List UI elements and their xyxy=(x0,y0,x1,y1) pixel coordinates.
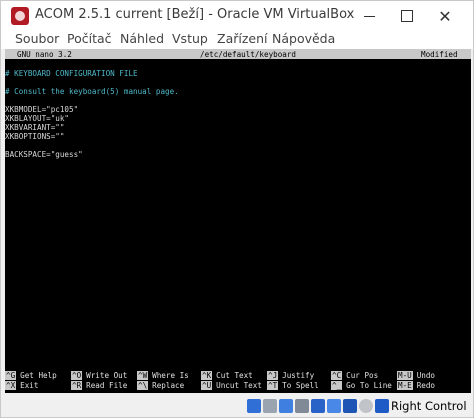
menu-nahled[interactable]: Náhled xyxy=(120,31,164,46)
optical-drive-icon[interactable] xyxy=(263,399,277,413)
shortcut-key: ^T xyxy=(267,381,279,390)
display-icon[interactable] xyxy=(343,399,357,413)
shortcut-key: ^O xyxy=(71,371,83,380)
network-icon[interactable] xyxy=(295,399,309,413)
shortcut-row-1: ^G Get Help ^O Write Out ^W Where Is ^K Cut … xyxy=(5,371,471,380)
video-capture-icon[interactable] xyxy=(359,399,373,413)
menu-napoveda[interactable]: Nápověda xyxy=(272,31,335,46)
menu-bar: Soubor Počítač Náhled Vstup Zařízení Náp… xyxy=(1,31,473,49)
editor-line: XKBVARIANT="" xyxy=(5,123,65,132)
menu-zarizeni[interactable]: Zařízení xyxy=(217,31,267,46)
nano-version: GNU nano 3.2 xyxy=(17,50,72,59)
shortcut-write-out: ^O Write Out xyxy=(71,371,127,380)
maximize-icon xyxy=(401,10,413,22)
shortcut-label: Where Is xyxy=(152,371,189,380)
shortcut-label: Redo xyxy=(416,381,436,390)
menu-pocitac[interactable]: Počítač xyxy=(67,31,112,46)
shortcut-exit: ^X Exit xyxy=(5,381,38,390)
shortcut-cur-pos: ^C Cur Pos xyxy=(331,371,378,380)
shortcut-to-spell: ^T To Spell xyxy=(267,381,319,390)
minimize-icon xyxy=(363,15,375,17)
nano-filename: /etc/default/keyboard xyxy=(200,50,297,59)
shortcut-label: Go To Line xyxy=(346,381,392,390)
title-bar[interactable]: ACOM 2.5.1 current [Beží] - Oracle VM Vi… xyxy=(1,1,473,31)
shortcut-label: Uncut Text xyxy=(216,381,262,390)
shortcut-key: ^J xyxy=(267,371,279,380)
shortcut-label: Cur Pos xyxy=(346,371,379,380)
shortcut-key: ^W xyxy=(137,371,149,380)
shortcut-label: Write Out xyxy=(86,371,128,380)
menu-vstup[interactable]: Vstup xyxy=(172,31,208,46)
vm-display[interactable]: GNU nano 3.2 /etc/default/keyboard Modif… xyxy=(5,49,471,393)
close-button[interactable]: ✕ xyxy=(427,1,463,31)
shared-folders-icon[interactable] xyxy=(327,399,341,413)
window-title: ACOM 2.5.1 current [Beží] - Oracle VM Vi… xyxy=(35,7,355,22)
shortcut-cut-text: ^K Cut Text xyxy=(201,371,253,380)
shortcut-label: Read File xyxy=(86,381,128,390)
minimize-button[interactable] xyxy=(351,1,387,31)
shortcut-undo: M-U Undo xyxy=(397,371,435,380)
shortcut-label: Get Help xyxy=(20,371,57,380)
editor-line: # Consult the keyboard(5) manual page. xyxy=(5,87,179,96)
maximize-button[interactable] xyxy=(389,1,425,31)
usb-icon[interactable] xyxy=(311,399,325,413)
shortcut-redo: M-E Redo xyxy=(397,381,435,390)
shortcut-label: Undo xyxy=(416,371,436,380)
shortcut-key: ^_ xyxy=(331,381,343,390)
shortcut-label: Exit xyxy=(20,381,39,390)
editor-line: # KEYBOARD CONFIGURATION FILE xyxy=(5,69,138,78)
shortcut-label: Replace xyxy=(152,381,185,390)
shortcut-where-is: ^W Where Is xyxy=(137,371,189,380)
close-icon: ✕ xyxy=(438,6,452,26)
shortcut-uncut-text: ^U Uncut Text xyxy=(201,381,262,390)
shortcut-key: M-E xyxy=(397,381,413,390)
shortcut-replace: ^\ Replace xyxy=(137,381,184,390)
shortcut-key: ^G xyxy=(5,371,17,380)
shortcut-key: M-U xyxy=(397,371,413,380)
mouse-integration-icon[interactable] xyxy=(375,399,389,413)
shortcut-justify: ^J Justify xyxy=(267,371,314,380)
hard-disk-icon[interactable] xyxy=(247,399,261,413)
host-key-label: Right Control xyxy=(391,399,467,413)
shortcut-get-help: ^G Get Help xyxy=(5,371,57,380)
shortcut-label: Cut Text xyxy=(216,371,253,380)
editor-line: XKBOPTIONS="" xyxy=(5,132,65,141)
nano-header: GNU nano 3.2 /etc/default/keyboard Modif… xyxy=(5,49,471,59)
virtualbox-app-icon xyxy=(11,7,29,25)
shortcut-key: ^C xyxy=(331,371,343,380)
shortcut-go-to-line: ^_ Go To Line xyxy=(331,381,392,390)
shortcut-key: ^X xyxy=(5,381,17,390)
shortcut-label: To Spell xyxy=(282,381,319,390)
editor-line: BACKSPACE="guess" xyxy=(5,150,83,159)
shortcut-row-2: ^X Exit ^R Read File ^\ Replace ^U Uncut Tex… xyxy=(5,381,471,390)
shortcut-key: ^R xyxy=(71,381,83,390)
shortcut-key: ^U xyxy=(201,381,213,390)
shortcut-read-file: ^R Read File xyxy=(71,381,127,390)
menu-soubor[interactable]: Soubor xyxy=(15,31,59,46)
shortcut-label: Justify xyxy=(282,371,315,380)
audio-icon[interactable] xyxy=(279,399,293,413)
editor-line: XKBLAYOUT="uk" xyxy=(5,114,70,123)
status-bar: Right Control xyxy=(1,395,473,417)
shortcut-key: ^\ xyxy=(137,381,149,390)
editor-line: XKBMODEL="pc105" xyxy=(5,105,79,114)
nano-modified-status: Modified xyxy=(421,50,458,59)
virtualbox-window: ACOM 2.5.1 current [Beží] - Oracle VM Vi… xyxy=(0,0,474,418)
shortcut-key: ^K xyxy=(201,371,213,380)
